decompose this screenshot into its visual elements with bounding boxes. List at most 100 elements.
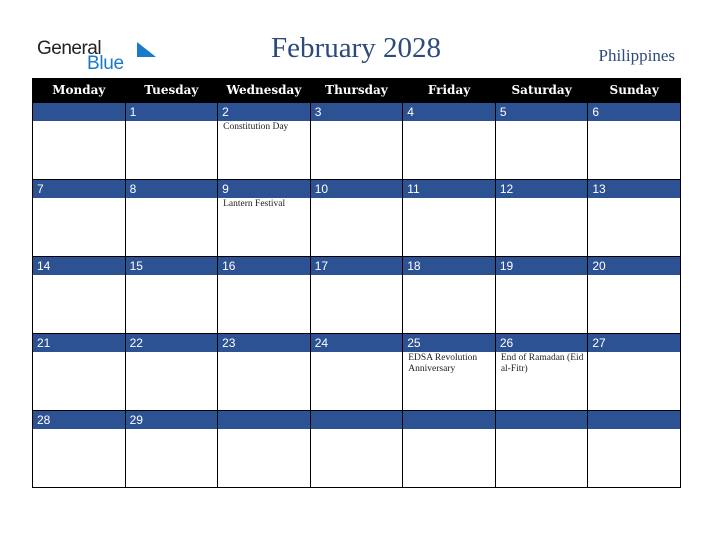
date-number: 13 <box>592 182 606 196</box>
date-cell[interactable]: 17 <box>309 256 404 275</box>
day-cell[interactable] <box>494 429 589 488</box>
date-cell[interactable] <box>402 410 496 429</box>
day-cell[interactable] <box>587 429 681 488</box>
day-cell[interactable] <box>32 352 126 411</box>
day-cell[interactable] <box>32 429 126 488</box>
day-cell[interactable]: Lantern Festival <box>217 198 311 257</box>
date-cell[interactable]: 8 <box>124 179 219 198</box>
date-cell[interactable]: 28 <box>32 410 126 429</box>
date-number <box>218 413 222 427</box>
day-cell[interactable] <box>309 352 404 411</box>
day-cell[interactable] <box>587 275 681 334</box>
date-number <box>403 413 407 427</box>
date-cell[interactable]: 18 <box>402 256 496 275</box>
date-cell[interactable]: 2 <box>217 102 311 121</box>
holiday-label <box>126 352 218 353</box>
date-cell[interactable] <box>309 410 404 429</box>
date-number: 3 <box>314 105 322 119</box>
day-cell[interactable] <box>309 275 404 334</box>
event-row <box>32 275 681 334</box>
date-cell[interactable]: 12 <box>494 179 589 198</box>
holiday-label <box>33 121 125 122</box>
holiday-label <box>311 429 403 430</box>
date-number: 15 <box>129 259 143 273</box>
date-cell[interactable]: 29 <box>124 410 219 429</box>
date-cell[interactable] <box>587 410 681 429</box>
date-cell[interactable]: 3 <box>309 102 404 121</box>
day-cell[interactable] <box>32 121 126 180</box>
date-cell[interactable]: 26 <box>494 333 589 352</box>
date-cell[interactable]: 21 <box>32 333 126 352</box>
day-cell[interactable] <box>217 429 311 488</box>
date-cell[interactable]: 25 <box>402 333 496 352</box>
date-cell[interactable]: 11 <box>402 179 496 198</box>
date-cell[interactable]: 20 <box>587 256 681 275</box>
holiday-label: EDSA Revolution Anniversary <box>408 353 478 374</box>
date-number: 12 <box>499 182 514 196</box>
date-cell[interactable]: 16 <box>217 256 311 275</box>
day-cell[interactable]: EDSA Revolution Anniversary <box>402 352 496 411</box>
day-cell[interactable]: End of Ramadan (Eid al-Fitr) <box>494 352 589 411</box>
date-cell[interactable]: 6 <box>587 102 681 121</box>
date-number: 18 <box>407 259 421 273</box>
day-cell[interactable] <box>124 121 219 180</box>
calendar-grid: Monday Tuesday Wednesday Thursday Friday Satu… <box>32 78 681 488</box>
date-cell[interactable]: 10 <box>309 179 404 198</box>
date-cell[interactable]: 24 <box>309 333 404 352</box>
date-cell[interactable]: 14 <box>32 256 126 275</box>
holiday-label <box>218 429 310 430</box>
date-number: 1 <box>129 105 137 119</box>
day-cell[interactable] <box>309 429 404 488</box>
date-number: 19 <box>499 259 514 273</box>
day-cell[interactable] <box>309 198 404 257</box>
day-cell[interactable] <box>124 198 219 257</box>
day-cell[interactable] <box>587 352 681 411</box>
date-cell[interactable]: 15 <box>124 256 219 275</box>
date-cell[interactable]: 5 <box>494 102 589 121</box>
day-cell[interactable] <box>124 275 219 334</box>
holiday-label <box>33 275 125 276</box>
weekday-header: Sunday <box>587 78 681 103</box>
date-number: 10 <box>314 182 329 196</box>
day-cell[interactable] <box>587 198 681 257</box>
day-cell[interactable] <box>309 121 404 180</box>
date-cell[interactable]: 7 <box>32 179 126 198</box>
date-number: 28 <box>37 413 51 427</box>
date-cell[interactable]: 4 <box>402 102 496 121</box>
day-cell[interactable]: Constitution Day <box>217 121 311 180</box>
holiday-label <box>33 429 125 430</box>
date-cell[interactable]: 19 <box>494 256 589 275</box>
date-number: 29 <box>129 413 143 427</box>
weekday-header: Wednesday <box>217 78 311 103</box>
holiday-label <box>126 275 218 276</box>
date-cell[interactable] <box>32 102 126 121</box>
date-number: 23 <box>222 336 236 350</box>
day-cell[interactable] <box>402 275 496 334</box>
date-cell[interactable]: 9 <box>217 179 311 198</box>
day-cell[interactable] <box>124 429 219 488</box>
day-cell[interactable] <box>494 275 589 334</box>
date-cell[interactable]: 27 <box>587 333 681 352</box>
date-number: 6 <box>592 105 600 119</box>
date-cell[interactable] <box>494 410 589 429</box>
day-cell[interactable] <box>217 275 311 334</box>
day-cell[interactable] <box>32 275 126 334</box>
date-cell[interactable]: 23 <box>217 333 311 352</box>
holiday-label <box>311 198 403 199</box>
day-cell[interactable] <box>402 198 496 257</box>
event-row: Lantern Festival <box>32 198 681 257</box>
day-cell[interactable] <box>217 352 311 411</box>
weekday-header: Thursday <box>309 78 404 103</box>
day-cell[interactable] <box>402 429 496 488</box>
date-cell[interactable] <box>217 410 311 429</box>
day-cell[interactable] <box>494 198 589 257</box>
day-cell[interactable] <box>402 121 496 180</box>
day-cell[interactable] <box>587 121 681 180</box>
day-cell[interactable] <box>124 352 219 411</box>
day-cell[interactable] <box>494 121 589 180</box>
holiday-label <box>588 275 680 276</box>
date-cell[interactable]: 22 <box>124 333 219 352</box>
day-cell[interactable] <box>32 198 126 257</box>
date-cell[interactable]: 1 <box>124 102 219 121</box>
date-cell[interactable]: 13 <box>587 179 681 198</box>
